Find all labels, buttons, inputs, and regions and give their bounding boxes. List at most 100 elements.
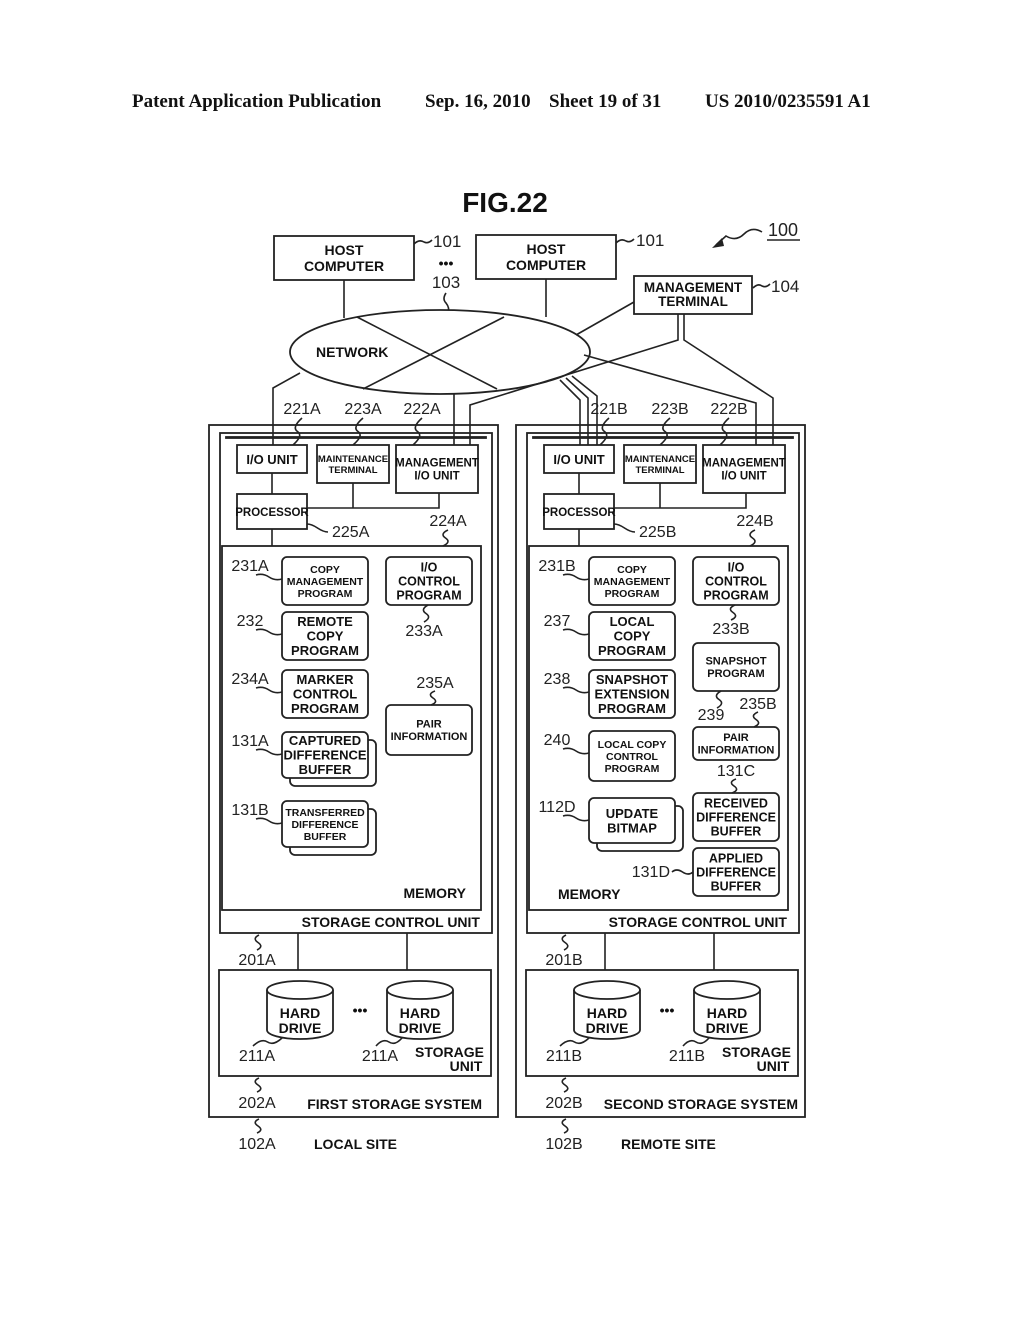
leader-line <box>254 1118 262 1134</box>
host-ellipsis: ••• <box>439 255 454 271</box>
network-label: NETWORK <box>316 344 388 360</box>
right-box-ref: 235A <box>416 675 454 692</box>
hard-drive-icon: HARDDRIVE <box>693 980 761 1040</box>
hard-drive-ref: 211B <box>669 1048 705 1065</box>
svg-text:COMPUTER: COMPUTER <box>506 257 586 273</box>
hard-drive-label: HARD <box>587 1005 627 1021</box>
storage-control-unit-label: STORAGE CONTROL UNIT <box>302 914 481 930</box>
maintenance-terminal-ref: 223A <box>344 401 382 418</box>
program-box-231A: COPYMANAGEMENTPROGRAM <box>281 556 369 606</box>
sheet-number: Sheet 19 of 31 <box>549 91 661 112</box>
program-box-231A-label: MANAGEMENT <box>287 576 364 588</box>
maintenance-terminal: MAINTENANCETERMINAL <box>623 444 697 484</box>
maintenance-terminal-ref: 223B <box>651 401 688 418</box>
management-io-unit: MANAGEMENTI/O UNIT <box>702 444 786 494</box>
right-box-131D-label: BUFFER <box>711 880 762 894</box>
site-label: LOCAL SITE <box>314 1136 397 1152</box>
right-box-131C-label: BUFFER <box>711 825 762 839</box>
svg-text:MANAGEMENT: MANAGEMENT <box>644 280 743 295</box>
hard-drive-ref: 211A <box>239 1048 276 1065</box>
leader-line <box>671 869 694 875</box>
right-box-ref: 131C <box>717 763 755 780</box>
drive-ellipsis: ••• <box>353 1002 368 1018</box>
leader-line <box>659 417 671 446</box>
program-box-231B: COPYMANAGEMENTPROGRAM <box>588 556 676 606</box>
leader-line <box>352 417 364 446</box>
management-terminal: MANAGEMENT TERMINAL 104 <box>633 275 799 315</box>
publication-number: US 2010/0235591 A1 <box>705 91 871 112</box>
management-io-unit-label: MANAGEMENT <box>702 458 786 470</box>
right-box-131C: RECEIVEDDIFFERENCEBUFFER <box>692 792 780 842</box>
hard-drive-icon: HARDDRIVE <box>266 980 334 1040</box>
leader-line <box>306 523 329 533</box>
program-ref: 231B <box>538 558 575 575</box>
program-ref: 232 <box>237 613 264 630</box>
host-ref: 101 <box>433 232 461 251</box>
processor: PROCESSOR <box>235 493 309 530</box>
program-box-131B: TRANSFERREDDIFFERENCEBUFFER <box>281 800 377 856</box>
processor-label: PROCESSOR <box>542 507 616 519</box>
leader-line <box>252 1037 283 1047</box>
system-ref-label: 100 <box>768 220 798 240</box>
processor-ref: 225A <box>332 524 370 541</box>
right-box-235A-label: INFORMATION <box>391 731 468 743</box>
right-box-239-label: SNAPSHOT <box>705 656 766 668</box>
leader-line <box>255 628 283 636</box>
program-box-232-label: COPY <box>307 629 344 644</box>
program-box-232-label: PROGRAM <box>291 643 359 658</box>
program-box-234A-label: CONTROL <box>293 687 357 702</box>
storage-system-ref: 202B <box>545 1095 582 1112</box>
leader-line <box>752 711 760 728</box>
right-box-235A-label: PAIR <box>416 719 442 731</box>
arrow-head-icon <box>712 238 724 248</box>
site-ref: 102A <box>238 1136 276 1153</box>
right-box-233B-label: I/O <box>728 561 745 575</box>
leader-line <box>255 817 283 825</box>
program-box-240: LOCAL COPYCONTROLPROGRAM <box>588 730 676 782</box>
control-unit-ref: 201B <box>545 952 582 969</box>
remote-site: 221B 223B 222BI/O UNIT MAINTENANCETERMINALM… <box>515 401 806 1153</box>
hard-drive-ref: 211A <box>362 1048 399 1065</box>
right-box-239-label: PROGRAM <box>707 668 764 680</box>
hard-drive-icon: HARDDRIVE <box>386 980 454 1040</box>
hard-drive-label: HARD <box>707 1005 747 1021</box>
program-ref: 112D <box>538 799 575 816</box>
leader-line <box>562 628 590 636</box>
processor: PROCESSOR <box>542 493 616 530</box>
program-box-131A-label: CAPTURED <box>289 733 361 748</box>
io-unit-label: I/O UNIT <box>246 452 297 467</box>
hard-drive-ref: 211B <box>546 1048 582 1065</box>
program-box-240-label: LOCAL COPY <box>598 739 667 751</box>
hard-drive-label: DRIVE <box>706 1020 749 1036</box>
program-ref: 231A <box>231 558 269 575</box>
management-io-unit-label: MANAGEMENT <box>395 458 479 470</box>
right-box-ref: 233A <box>405 623 443 640</box>
program-box-231A-label: PROGRAM <box>298 588 353 600</box>
program-box-231B-label: COPY <box>617 564 647 576</box>
program-box-231A-label: COPY <box>310 564 340 576</box>
leader-line <box>682 1037 710 1047</box>
leader-line <box>562 686 590 694</box>
program-box-240-label: PROGRAM <box>605 763 660 775</box>
leader-line <box>559 1037 590 1047</box>
program-box-112D: UPDATEBITMAP <box>588 797 684 852</box>
right-box-233A: I/OCONTROLPROGRAM <box>385 556 473 606</box>
leader-line <box>254 1077 262 1093</box>
program-box-238-label: EXTENSION <box>594 687 669 702</box>
leader-line <box>412 417 423 446</box>
leader-line <box>730 778 738 794</box>
program-ref: 238 <box>544 671 571 688</box>
program-box-238-label: SNAPSHOT <box>596 672 668 687</box>
right-box-131D-label: APPLIED <box>709 852 763 866</box>
svg-text:COMPUTER: COMPUTER <box>304 258 384 274</box>
right-box-ref: 235B <box>739 696 776 713</box>
storage-unit-label: UNIT <box>757 1058 790 1074</box>
right-box-239: SNAPSHOTPROGRAM <box>692 642 780 692</box>
leader-line <box>715 690 723 709</box>
management-io-unit-label: I/O UNIT <box>721 471 766 483</box>
leader-line <box>562 747 590 755</box>
svg-text:HOST: HOST <box>325 242 364 258</box>
right-box-131D-label: DIFFERENCE <box>696 866 776 880</box>
program-box-237: LOCALCOPYPROGRAM <box>588 611 676 661</box>
program-box-131A: CAPTUREDDIFFERENCEBUFFER <box>281 731 377 787</box>
